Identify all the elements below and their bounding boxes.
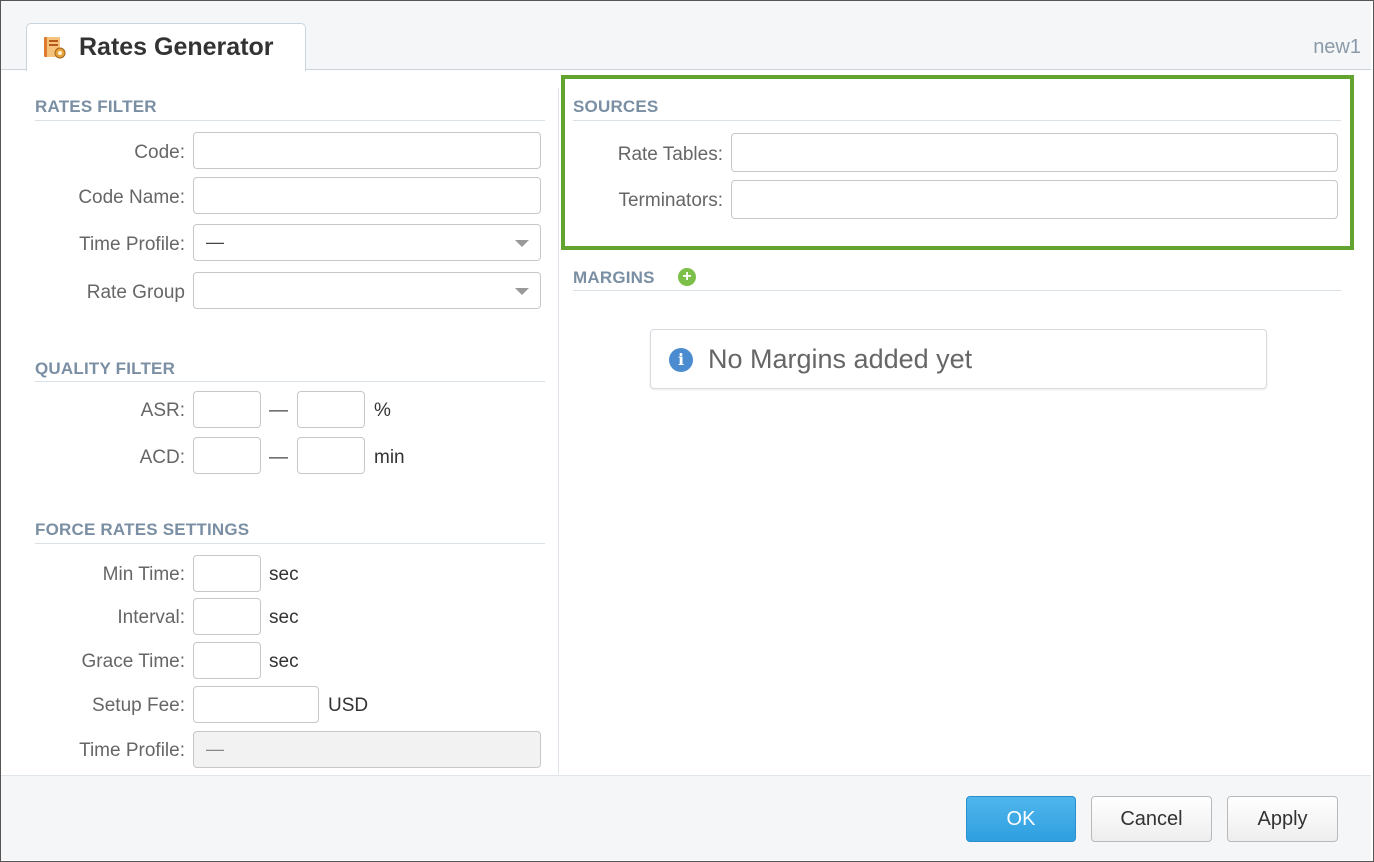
setup-fee-unit: USD — [328, 695, 369, 716]
setup-fee-label: Setup Fee: — [92, 695, 185, 716]
asr-unit: % — [374, 400, 391, 421]
force-rates-title: FORCE RATES SETTINGS — [35, 520, 250, 539]
acd-separator: — — [269, 447, 288, 468]
time-profile-select[interactable]: — — [193, 224, 541, 261]
add-margin-icon[interactable]: + — [678, 268, 696, 286]
column-divider — [558, 88, 559, 774]
acd-label: ACD: — [139, 447, 185, 468]
interval-unit: sec — [269, 607, 299, 628]
asr-min-input[interactable] — [193, 391, 261, 428]
time-profile-label: Time Profile: — [79, 234, 185, 255]
min-time-input[interactable] — [193, 555, 261, 592]
force-time-profile-select: — — [193, 731, 541, 768]
rate-group-select[interactable] — [193, 272, 541, 309]
interval-label: Interval: — [117, 607, 185, 628]
code-name-label: Code Name: — [78, 187, 185, 208]
rates-generator-icon — [44, 37, 66, 59]
cancel-button[interactable]: Cancel — [1091, 796, 1212, 842]
quality-filter-title: QUALITY FILTER — [35, 359, 176, 378]
acd-max-input[interactable] — [297, 437, 365, 474]
no-margins-notice: i No Margins added yet — [650, 329, 1267, 389]
tab-corner-label: new1 — [1313, 36, 1361, 58]
acd-min-input[interactable] — [193, 437, 261, 474]
grace-time-label: Grace Time: — [81, 651, 185, 672]
rates-filter-divider — [35, 120, 545, 121]
asr-separator: — — [269, 400, 288, 421]
asr-label: ASR: — [140, 400, 185, 421]
rate-tables-input[interactable] — [731, 133, 1338, 172]
terminators-input[interactable] — [731, 180, 1338, 219]
no-margins-text: No Margins added yet — [708, 344, 973, 374]
rates-filter-title: RATES FILTER — [35, 97, 157, 116]
grace-time-input[interactable] — [193, 642, 261, 679]
force-time-profile-label: Time Profile: — [79, 740, 185, 761]
force-time-profile-value: — — [206, 739, 224, 759]
acd-unit: min — [374, 447, 405, 468]
min-time-label: Min Time: — [102, 564, 185, 585]
tab-rates-generator[interactable]: Rates Generator — [26, 23, 306, 71]
min-time-unit: sec — [269, 564, 299, 585]
code-input[interactable] — [193, 132, 541, 169]
sources-divider — [573, 120, 1341, 121]
info-icon: i — [669, 348, 693, 372]
time-profile-value: — — [206, 232, 224, 252]
rate-group-label: Rate Group — [86, 282, 185, 303]
tab-title: Rates Generator — [79, 33, 274, 61]
chevron-down-icon — [515, 288, 529, 295]
quality-filter-divider — [35, 381, 545, 382]
margins-title: MARGINS — [573, 268, 655, 287]
chevron-down-icon — [515, 240, 529, 247]
ok-button[interactable]: OK — [966, 796, 1076, 842]
asr-max-input[interactable] — [297, 391, 365, 428]
terminators-label: Terminators: — [618, 190, 723, 211]
force-rates-divider — [35, 543, 545, 544]
grace-time-unit: sec — [269, 651, 299, 672]
tab-bar: Rates Generator new1 — [1, 1, 1371, 71]
code-name-input[interactable] — [193, 177, 541, 214]
margins-divider — [573, 290, 1341, 291]
apply-button[interactable]: Apply — [1227, 796, 1338, 842]
interval-input[interactable] — [193, 598, 261, 635]
sources-title: SOURCES — [573, 97, 659, 116]
code-label: Code: — [134, 142, 185, 163]
rate-tables-label: Rate Tables: — [617, 144, 723, 165]
setup-fee-input[interactable] — [193, 686, 319, 723]
